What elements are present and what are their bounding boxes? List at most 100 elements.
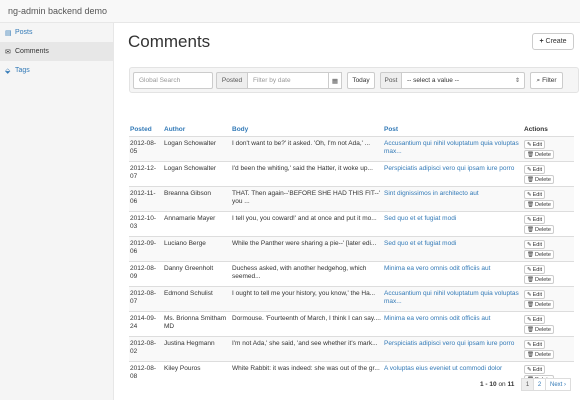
delete-button[interactable]: 🗑Delete [524,300,554,309]
trash-icon: 🗑 [527,276,534,283]
post-link[interactable]: Minima ea vero omnis odit officiis aut [384,265,490,272]
cell-posted: 2014-09-24 [129,311,163,337]
pencil-icon: ✎ [527,291,532,298]
cell-actions: ✎Edit🗑Delete [523,136,574,162]
pencil-icon: ✎ [527,191,532,198]
cell-author: Annamarie Mayer [163,211,231,237]
delete-button[interactable]: 🗑Delete [524,175,554,184]
post-link[interactable]: A voluptas eius eveniet ut commodi dolor [384,365,502,372]
delete-button-label: Delete [534,151,551,158]
filter-bar: Global Search Posted Filter by date ▦ To… [129,67,579,93]
column-header-post[interactable]: Post [383,124,523,137]
table-row: 2012-08-05 Logan Schowalter I don't want t… [129,136,574,162]
sidebar-item-comments[interactable]: ✉ Comments [0,42,113,61]
delete-button[interactable]: 🗑Delete [524,275,554,284]
sidebar-item-tags[interactable]: ⬙ Tags [0,61,113,80]
cell-actions: ✎Edit🗑Delete [523,236,574,262]
edit-button[interactable]: ✎ Edit [524,165,546,174]
table-header-row: Posted Author Body Post Actions [129,124,574,137]
today-button[interactable]: Today [347,72,375,89]
cell-body: Dormouse. 'Fourteenth of March, I think … [231,311,383,337]
post-filter-select[interactable]: -- select a value -- ⇕ [401,72,525,89]
sidebar-item-label: Comments [15,48,49,55]
post-link[interactable]: Perspiciatis adipisci vero qui ipsam iur… [384,165,514,172]
cell-body: While the Panther were sharing a pie--' … [231,236,383,262]
date-filter-input[interactable]: Filter by date [247,72,329,89]
column-header-body[interactable]: Body [231,124,383,137]
post-link[interactable]: Sint dignissimos in architecto aut [384,190,479,197]
edit-button[interactable]: ✎ Edit [524,140,546,149]
cell-posted: 2012-12-07 [129,161,163,187]
table-row: 2012-08-02 Justina Hegmann I'm not Ada,' s… [129,336,574,362]
delete-button[interactable]: 🗑Delete [524,325,554,334]
post-link[interactable]: Sed quo et et fugiat modi [384,215,456,222]
filter-button[interactable]: ⌕ Filter [530,72,563,89]
cell-body: I'd been the whiting,' said the Hatter, … [231,161,383,187]
cell-author: Logan Schowalter [163,136,231,162]
edit-button[interactable]: ✎ Edit [524,290,546,299]
sidebar-item-label: Tags [15,67,30,74]
post-link[interactable]: Accusantium qui nihil voluptatum quia vo… [384,140,519,155]
delete-button-label: Delete [534,251,551,258]
cell-post: Perspiciatis adipisci vero qui ipsam iur… [383,161,523,187]
post-link[interactable]: Minima ea vero omnis odit officiis aut [384,315,490,322]
delete-button[interactable]: 🗑Delete [524,250,554,259]
cell-posted: 2012-08-07 [129,286,163,312]
table-row: 2012-08-09 Danny Greenholt Duchess asked, … [129,261,574,287]
cell-post: Minima ea vero omnis odit officiis aut [383,311,523,337]
delete-button-label: Delete [534,276,551,283]
edit-button-label: Edit [532,266,543,273]
post-link[interactable]: Accusantium qui nihil voluptatum quia vo… [384,290,519,305]
edit-button[interactable]: ✎ Edit [524,240,546,249]
edit-button-label: Edit [532,241,543,248]
pagination-on: on [498,381,506,388]
envelope-icon: ✉ [5,48,11,56]
sidebar: ▤ Posts ✉ Comments ⬙ Tags [0,23,114,400]
table-row: 2012-11-06 Breanna Gibson THAT. Then again… [129,186,574,212]
trash-icon: 🗑 [527,326,534,333]
pagination-info: 1 - 10 on 11 [480,381,514,388]
trash-icon: 🗑 [527,151,534,158]
delete-button-label: Delete [534,176,551,183]
global-search-input[interactable]: Global Search [133,72,213,89]
select-arrows-icon: ⇕ [514,78,520,84]
delete-button-label: Delete [534,351,551,358]
create-button[interactable]: + Create [532,33,574,50]
column-header-posted[interactable]: Posted [129,124,163,137]
cell-author: Ms. Brionna Smitham MD [163,311,231,337]
edit-button[interactable]: ✎ Edit [524,340,546,349]
comments-table: Posted Author Body Post Actions 2012-08-… [129,124,574,387]
edit-button[interactable]: ✎ Edit [524,265,546,274]
cell-author: Logan Schowalter [163,161,231,187]
delete-button[interactable]: 🗑Delete [524,350,554,359]
sidebar-item-posts[interactable]: ▤ Posts [0,23,113,42]
cell-actions: ✎Edit🗑Delete [523,286,574,312]
post-link[interactable]: Perspiciatis adipisci vero qui ipsam iur… [384,340,514,347]
table-row: 2012-10-03 Annamarie Mayer I tell you, you… [129,211,574,237]
edit-button-label: Edit [532,141,543,148]
edit-button[interactable]: ✎ Edit [524,215,546,224]
cell-body: THAT. Then again--'BEFORE SHE HAD THIS F… [231,186,383,212]
trash-icon: 🗑 [527,251,534,258]
cell-posted: 2012-10-03 [129,211,163,237]
post-link[interactable]: Sed quo et et fugiat modi [384,240,456,247]
pagination-range: 1 - 10 [480,381,497,388]
post-filter-label: Post [380,72,402,89]
edit-button[interactable]: ✎ Edit [524,365,546,374]
delete-button[interactable]: 🗑Delete [524,150,554,159]
edit-button[interactable]: ✎ Edit [524,190,546,199]
app-brand[interactable]: ng-admin backend demo [8,6,107,16]
edit-button[interactable]: ✎ Edit [524,315,546,324]
trash-icon: 🗑 [527,176,534,183]
table-row: 2012-12-07 Logan Schowalter I'd been the w… [129,161,574,187]
cell-actions: ✎Edit🗑Delete [523,161,574,187]
cell-author: Kiley Pouros [163,361,231,387]
cell-actions: ✎Edit🗑Delete [523,311,574,337]
delete-button[interactable]: 🗑Delete [524,225,554,234]
delete-button[interactable]: 🗑Delete [524,200,554,209]
column-header-author[interactable]: Author [163,124,231,137]
cell-post: Sed quo et et fugiat modi [383,211,523,237]
calendar-button[interactable]: ▦ [328,72,342,89]
next-page-button[interactable]: Next › [545,378,571,391]
cell-actions: ✎Edit🗑Delete [523,261,574,287]
